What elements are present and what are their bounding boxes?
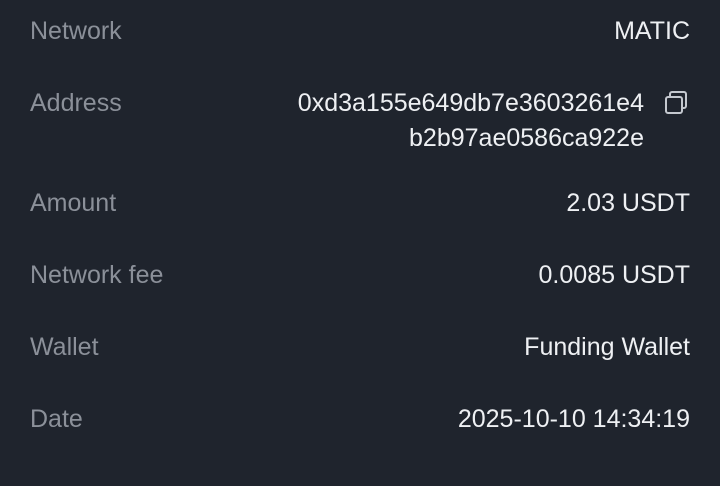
address-value-group: 0xd3a155e649db7e3603261e4 b2b97ae0586ca9… <box>298 86 690 156</box>
wallet-row: Wallet Funding Wallet <box>30 330 690 364</box>
wallet-label: Wallet <box>30 333 99 361</box>
address-row: Address 0xd3a155e649db7e3603261e4 b2b97a… <box>30 86 690 156</box>
address-line-2: b2b97ae0586ca922e <box>409 124 644 152</box>
address-line-1: 0xd3a155e649db7e3603261e4 <box>297 89 644 117</box>
network-row: Network MATIC <box>30 14 690 48</box>
address-label: Address <box>30 89 122 117</box>
date-label: Date <box>30 405 83 433</box>
address-value: 0xd3a155e649db7e3603261e4 b2b97ae0586ca9… <box>298 86 644 156</box>
date-value: 2025-10-10 14:34:19 <box>457 405 690 433</box>
network-value: MATIC <box>614 17 690 45</box>
network-label: Network <box>30 17 122 45</box>
date-row: Date 2025-10-10 14:34:19 <box>30 402 690 436</box>
network-fee-row: Network fee 0.0085 USDT <box>30 258 690 292</box>
wallet-value: Funding Wallet <box>524 333 690 361</box>
copy-icon[interactable] <box>662 89 690 117</box>
amount-label: Amount <box>30 189 117 217</box>
network-fee-label: Network fee <box>30 261 164 289</box>
amount-value: 2.03 USDT <box>566 189 690 217</box>
network-fee-value: 0.0085 USDT <box>538 261 690 289</box>
amount-row: Amount 2.03 USDT <box>30 186 690 220</box>
